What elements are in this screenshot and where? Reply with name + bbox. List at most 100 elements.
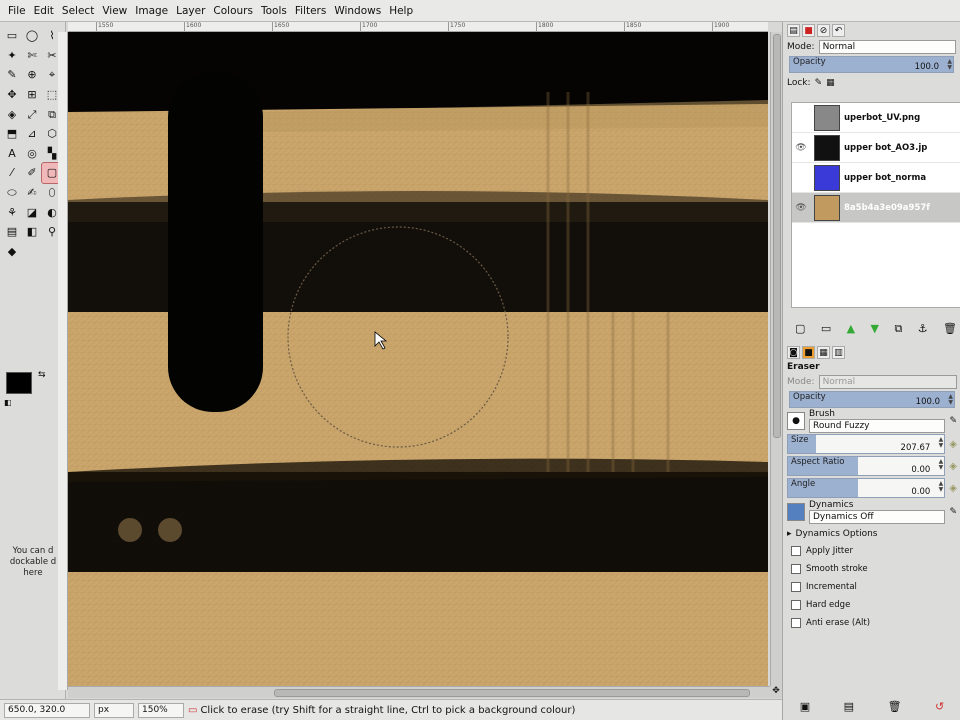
tool-icon[interactable]: ◧ — [22, 222, 42, 242]
layer-name[interactable]: upper bot_AO3.jp — [844, 143, 960, 153]
visibility-eye-icon[interactable]: 👁 — [792, 143, 810, 153]
duplicate-layer-icon[interactable]: ⧉ — [894, 322, 902, 336]
spin-arrows-icon[interactable]: ▲ ▼ — [939, 437, 944, 449]
vertical-scrollbar[interactable] — [770, 32, 782, 686]
tool-options-tab-icon[interactable]: ◙ — [787, 345, 800, 359]
tool-icon[interactable]: ◎ — [22, 144, 42, 164]
swap-colors-icon[interactable]: ⇆ — [38, 370, 46, 380]
menu-filters[interactable]: Filters — [291, 5, 330, 17]
tool-icon[interactable]: ⊿ — [22, 124, 42, 144]
brush-select[interactable]: Round Fuzzy — [809, 419, 946, 433]
layer-row[interactable]: uperbot_UV.png — [792, 103, 960, 133]
checkbox[interactable] — [791, 600, 801, 610]
reset-aspect-icon[interactable]: ◈ — [949, 461, 957, 472]
reset-size-icon[interactable]: ◈ — [949, 439, 957, 450]
tool-icon[interactable]: ⬒ — [2, 124, 22, 144]
menu-layer[interactable]: Layer — [172, 5, 209, 17]
brushes-tab-icon[interactable]: ■ — [802, 345, 815, 359]
option-checkbox-row[interactable]: Hard edge — [783, 596, 960, 614]
layer-row[interactable]: 👁 upper bot_AO3.jp — [792, 133, 960, 163]
vertical-ruler[interactable] — [58, 32, 68, 690]
tool-icon[interactable]: ⊕ — [22, 65, 42, 85]
tool-icon[interactable]: ✥ — [2, 85, 22, 105]
checkbox[interactable] — [791, 546, 801, 556]
tool-icon[interactable]: ✄ — [22, 46, 42, 66]
dynamics-preview-icon[interactable] — [787, 503, 805, 521]
paths-tab-icon[interactable]: ⊘ — [817, 23, 830, 37]
tool-icon[interactable]: ✐ — [22, 163, 42, 183]
tool-icon[interactable]: ✎ — [2, 65, 22, 85]
tool-icon[interactable]: ⬭ — [2, 183, 22, 203]
undo-tab-icon[interactable]: ↶ — [832, 23, 845, 37]
lock-alpha-icon[interactable]: ▦ — [826, 78, 835, 88]
menu-colours[interactable]: Colours — [209, 5, 257, 17]
tool-icon[interactable]: ◪ — [22, 202, 42, 222]
delete-options-icon[interactable]: 🗑 — [888, 700, 902, 713]
tool-icon[interactable]: ◯ — [22, 26, 42, 46]
delete-layer-icon[interactable]: 🗑 — [943, 322, 957, 336]
checkbox[interactable] — [791, 564, 801, 574]
unit-select[interactable]: px — [94, 702, 134, 718]
menu-windows[interactable]: Windows — [330, 5, 385, 17]
aspect-ratio-slider[interactable]: Aspect Ratio 0.00 ▲ ▼ — [787, 456, 946, 476]
gradients-tab-icon[interactable]: ▥ — [832, 345, 845, 359]
spin-arrows-icon[interactable]: ▲ ▼ — [947, 59, 952, 71]
checkbox[interactable] — [791, 582, 801, 592]
edit-brush-icon[interactable]: ✎ — [949, 416, 957, 426]
visibility-eye-icon[interactable]: 👁 — [792, 203, 810, 213]
dynamics-select[interactable]: Dynamics Off — [809, 510, 946, 524]
new-group-icon[interactable]: ▭ — [821, 322, 831, 336]
layer-name[interactable]: uperbot_UV.png — [844, 113, 960, 123]
angle-slider[interactable]: Angle 0.00 ▲ ▼ — [787, 478, 946, 498]
layer-row[interactable]: upper bot_norma — [792, 163, 960, 193]
tool-icon[interactable]: ▤ — [2, 222, 22, 242]
option-checkbox-row[interactable]: Incremental — [783, 578, 960, 596]
raise-layer-icon[interactable]: ▲ — [847, 322, 855, 336]
horizontal-ruler[interactable]: 1550 1600 1650 1700 1750 1800 1850 1900 — [68, 22, 768, 32]
size-slider[interactable]: Size 207.67 ▲ ▼ — [787, 434, 946, 454]
new-layer-icon[interactable]: ▢ — [795, 322, 805, 336]
expander-icon[interactable]: ▸ — [787, 529, 792, 539]
menu-help[interactable]: Help — [385, 5, 417, 17]
tool-icon[interactable]: ✦ — [2, 46, 22, 66]
menu-edit[interactable]: Edit — [30, 5, 58, 17]
patterns-tab-icon[interactable]: ▦ — [817, 345, 830, 359]
reset-colors-icon[interactable]: ◧ — [4, 398, 12, 407]
layers-tab-icon[interactable]: ▤ — [787, 23, 800, 37]
tool-icon[interactable]: ✍ — [22, 183, 42, 203]
menu-image[interactable]: Image — [131, 5, 172, 17]
option-checkbox-row[interactable]: Smooth stroke — [783, 560, 960, 578]
spin-arrows-icon[interactable]: ▲ ▼ — [939, 459, 944, 471]
channels-tab-icon[interactable]: ■ — [802, 23, 815, 37]
tool-icon[interactable]: ⊞ — [22, 85, 42, 105]
reset-angle-icon[interactable]: ◈ — [949, 483, 957, 494]
tool-opacity-slider[interactable]: Opacity 100.0 ▲ ▼ — [789, 391, 955, 408]
image-canvas[interactable] — [68, 32, 768, 686]
navigate-icon[interactable]: ✥ — [770, 686, 782, 698]
tool-icon[interactable]: ⁄ — [2, 163, 22, 183]
layer-mode-select[interactable]: Normal — [818, 39, 956, 54]
layer-name[interactable]: upper bot_norma — [844, 173, 960, 183]
checkbox[interactable] — [791, 618, 801, 628]
menu-select[interactable]: Select — [58, 5, 98, 17]
lock-pixels-icon[interactable]: ✎ — [815, 78, 823, 88]
edit-dynamics-icon[interactable]: ✎ — [949, 507, 957, 517]
menu-tools[interactable]: Tools — [257, 5, 291, 17]
restore-options-icon[interactable]: ▤ — [844, 700, 854, 713]
option-checkbox-row[interactable]: Anti erase (Alt) — [783, 614, 960, 632]
layer-name[interactable]: 8a5b4a3e09a957f — [844, 203, 960, 213]
menu-view[interactable]: View — [98, 5, 131, 17]
save-options-icon[interactable]: ▣ — [800, 700, 810, 713]
tool-icon[interactable]: ⚘ — [2, 202, 22, 222]
anchor-layer-icon[interactable]: ⚓ — [918, 322, 928, 336]
spin-arrows-icon[interactable]: ▲ ▼ — [948, 394, 953, 406]
zoom-select[interactable]: 150% — [138, 702, 184, 718]
tool-icon[interactable]: ▭ — [2, 26, 22, 46]
tool-icon[interactable]: ⤢ — [22, 104, 42, 124]
lower-layer-icon[interactable]: ▼ — [871, 322, 879, 336]
tool-mode-select[interactable]: Normal — [818, 374, 957, 389]
menu-file[interactable]: File — [4, 5, 30, 17]
option-checkbox-row[interactable]: Apply Jitter — [783, 542, 960, 560]
spin-arrows-icon[interactable]: ▲ ▼ — [939, 481, 944, 493]
horizontal-scrollbar[interactable] — [68, 686, 770, 698]
